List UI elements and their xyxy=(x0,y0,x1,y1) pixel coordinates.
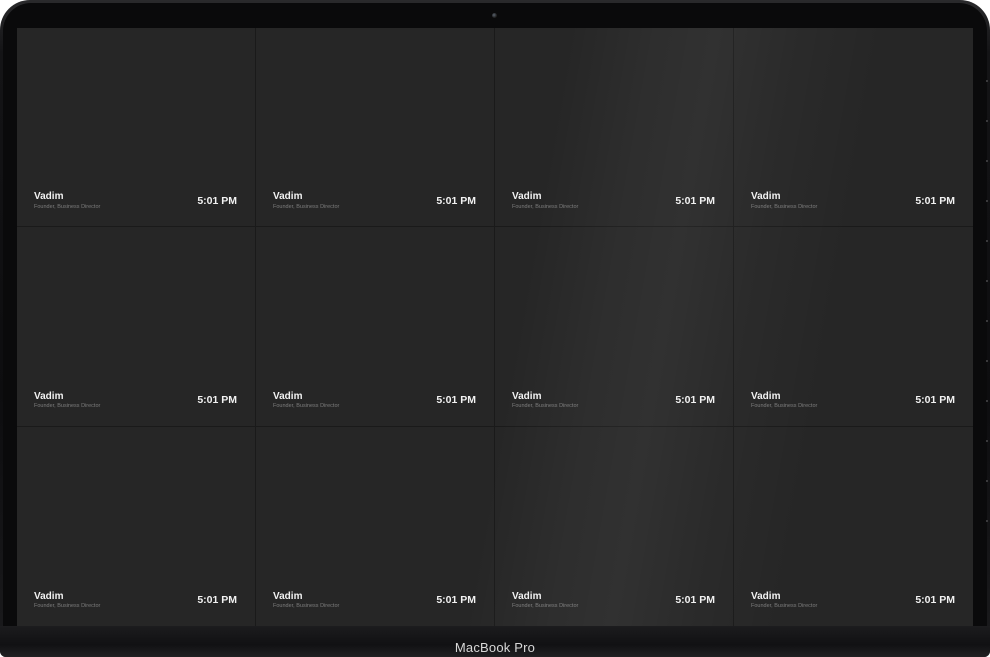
participant-tile[interactable]: Vadim Founder, Business Director 5:01 PM xyxy=(734,28,973,228)
participant-time: 5:01 PM xyxy=(197,594,237,607)
participant-time: 5:01 PM xyxy=(436,194,476,207)
participant-name: Vadim xyxy=(34,590,64,602)
participant-tile[interactable]: Vadim Founder, Business Director 5:01 PM xyxy=(17,426,256,626)
participant-name: Vadim xyxy=(751,191,781,203)
participant-role: Founder, Business Director xyxy=(512,203,579,210)
participant-name: Vadim xyxy=(512,191,542,203)
participant-role: Founder, Business Director xyxy=(34,203,101,210)
participant-name: Vadim xyxy=(273,191,303,203)
participant-tile[interactable]: Vadim Founder, Business Director 5:01 PM xyxy=(17,28,256,228)
participant-name: Vadim xyxy=(273,390,303,402)
participant-name: Vadim xyxy=(34,390,64,402)
device-brand-label: MacBook Pro xyxy=(454,640,536,655)
participant-time: 5:01 PM xyxy=(436,394,476,407)
participant-role: Founder, Business Director xyxy=(34,403,101,410)
participant-tile[interactable]: Vadim Founder, Business Director 5:01 PM xyxy=(734,426,973,626)
participant-name: Vadim xyxy=(751,590,781,602)
participant-time: 5:01 PM xyxy=(915,394,955,407)
camera-icon xyxy=(492,13,497,18)
participant-role: Founder, Business Director xyxy=(273,203,340,210)
participant-role: Founder, Business Director xyxy=(273,603,340,610)
participant-time: 5:01 PM xyxy=(436,594,476,607)
participant-tile[interactable]: Vadim Founder, Business Director 5:01 PM xyxy=(256,426,495,626)
participant-time: 5:01 PM xyxy=(197,194,237,207)
participant-tile[interactable]: Vadim Founder, Business Director 5:01 PM xyxy=(495,227,734,427)
participant-time: 5:01 PM xyxy=(915,194,955,207)
participant-role: Founder, Business Director xyxy=(751,203,818,210)
participant-time: 5:01 PM xyxy=(197,394,237,407)
participant-role: Founder, Business Director xyxy=(273,403,340,410)
participant-name: Vadim xyxy=(512,390,542,402)
participant-tile[interactable]: Vadim Founder, Business Director 5:01 PM xyxy=(734,227,973,427)
participant-tile[interactable]: Vadim Founder, Business Director 5:01 PM xyxy=(495,28,734,228)
participant-tile[interactable]: Vadim Founder, Business Director 5:01 PM xyxy=(495,426,734,626)
video-call-grid: Vadim Founder, Business Director 5:01 PM… xyxy=(17,28,973,626)
participant-tile[interactable]: Vadim Founder, Business Director 5:01 PM xyxy=(256,28,495,228)
participant-tile[interactable]: Vadim Founder, Business Director 5:01 PM xyxy=(256,227,495,427)
participant-name: Vadim xyxy=(512,590,542,602)
participant-name: Vadim xyxy=(273,590,303,602)
participant-role: Founder, Business Director xyxy=(512,403,579,410)
laptop-frame: Vadim Founder, Business Director 5:01 PM… xyxy=(0,0,990,657)
participant-role: Founder, Business Director xyxy=(512,603,579,610)
participant-role: Founder, Business Director xyxy=(751,603,818,610)
side-vent xyxy=(986,80,988,560)
participant-role: Founder, Business Director xyxy=(751,403,818,410)
participant-time: 5:01 PM xyxy=(675,394,715,407)
participant-role: Founder, Business Director xyxy=(34,603,101,610)
participant-tile[interactable]: Vadim Founder, Business Director 5:01 PM xyxy=(17,227,256,427)
participant-time: 5:01 PM xyxy=(915,594,955,607)
participant-time: 5:01 PM xyxy=(675,594,715,607)
participant-name: Vadim xyxy=(751,390,781,402)
participant-time: 5:01 PM xyxy=(675,194,715,207)
participant-name: Vadim xyxy=(34,191,64,203)
